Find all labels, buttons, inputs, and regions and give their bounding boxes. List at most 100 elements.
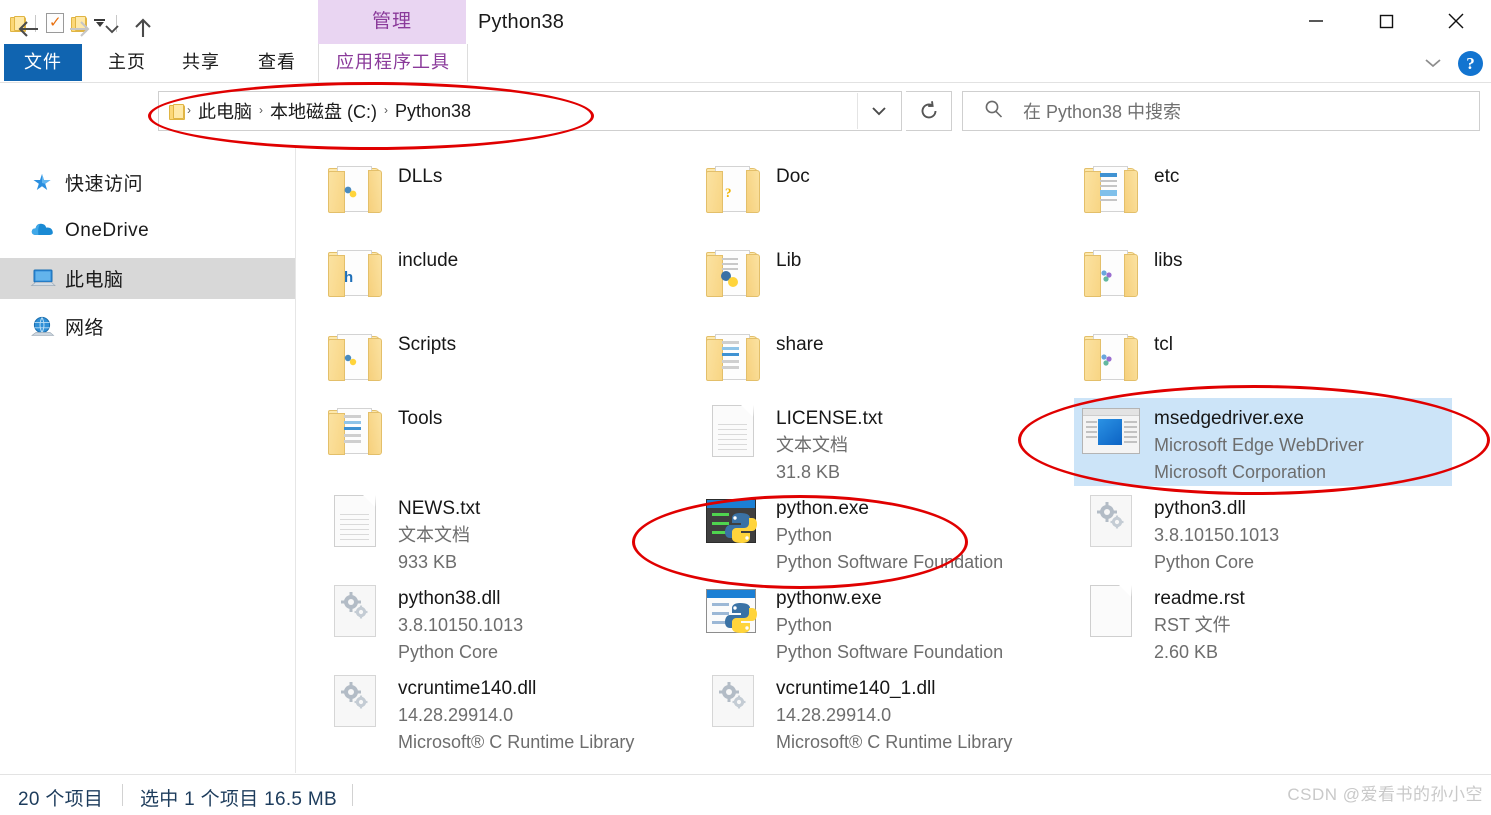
file-item-pythonw-exe[interactable]: pythonw.exe Python Python Software Found…: [696, 578, 1076, 664]
recent-locations-icon[interactable]: [100, 12, 124, 46]
contextual-tab-group-label: 管理: [371, 11, 412, 32]
file-type: RST 文件: [1154, 615, 1231, 635]
breadcrumb-item-local-disk-c[interactable]: 本地磁盘 (C:): [264, 98, 383, 124]
star-pin-icon: [30, 171, 56, 195]
help-icon[interactable]: ?: [1458, 50, 1483, 76]
file-name: pythonw.exe: [776, 588, 882, 609]
file-item-license-txt[interactable]: LICENSE.txt 文本文档 31.8 KB: [696, 398, 1066, 482]
computer-icon: [30, 267, 56, 291]
file-item-share[interactable]: share: [696, 324, 1066, 404]
contextual-tab-group: 管理: [318, 0, 466, 44]
file-name: tcl: [1154, 334, 1173, 355]
tab-application-tools[interactable]: 应用程序工具: [318, 44, 468, 82]
pythonw-window-icon: [704, 582, 762, 640]
file-name: Tools: [398, 408, 443, 429]
file-name: Lib: [776, 250, 802, 271]
file-company: Python Software Foundation: [776, 642, 1004, 662]
file-item-tcl[interactable]: tcl: [1074, 324, 1444, 404]
breadcrumb-separator-2: ›: [259, 103, 263, 117]
search-placeholder: 在 Python38 中搜索: [1023, 102, 1182, 122]
file-name: python38.dll: [398, 588, 501, 609]
dll-gear-icon: [704, 672, 762, 730]
minimize-button[interactable]: [1281, 0, 1351, 42]
file-name: Scripts: [398, 334, 457, 355]
svg-text:?: ?: [725, 185, 732, 200]
file-name: vcruntime140.dll: [398, 678, 537, 699]
sidebar-item-this-pc[interactable]: 此电脑: [0, 258, 295, 299]
tab-file[interactable]: 文件: [4, 44, 82, 81]
file-item-readme-rst[interactable]: readme.rst RST 文件 2.60 KB: [1074, 578, 1444, 664]
status-bar: 20 个项目 选中 1 个项目 16.5 MB: [0, 774, 1491, 815]
tab-share[interactable]: 共享: [170, 44, 232, 81]
breadcrumb-separator-3: ›: [384, 103, 388, 117]
file-item-python-exe[interactable]: python.exe Python Python Software Founda…: [696, 488, 1076, 574]
file-item-vcruntime140-dll[interactable]: vcruntime140.dll 14.28.29914.0 Microsoft…: [318, 668, 708, 754]
dll-gear-icon: [326, 582, 384, 640]
file-name: share: [776, 334, 824, 355]
file-item-include[interactable]: h include: [318, 240, 688, 320]
folder-docs-icon: [326, 402, 384, 460]
file-item-tools[interactable]: Tools: [318, 398, 688, 482]
breadcrumb[interactable]: › 此电脑 › 本地磁盘 (C:) › Python38: [158, 91, 902, 131]
file-name: Doc: [776, 166, 810, 187]
network-icon: [30, 315, 56, 339]
file-description: Microsoft Edge WebDriver: [1154, 435, 1364, 455]
sidebar-item-network[interactable]: 网络: [0, 306, 295, 347]
sidebar-label-this-pc: 此电脑: [65, 270, 124, 291]
dll-gear-icon: [1082, 492, 1140, 550]
tab-home[interactable]: 主页: [96, 44, 158, 81]
search-icon: [983, 98, 1005, 125]
python-console-icon: [704, 492, 762, 550]
file-size: 933 KB: [398, 552, 458, 572]
file-item-python38-dll[interactable]: python38.dll 3.8.10150.1013 Python Core: [318, 578, 688, 664]
address-dropdown-icon[interactable]: [857, 93, 900, 129]
file-name: etc: [1154, 166, 1180, 187]
sidebar-item-onedrive[interactable]: OneDrive: [0, 210, 295, 251]
file-item-doc[interactable]: ? Doc: [696, 156, 1066, 236]
back-arrow-icon[interactable]: [12, 12, 46, 46]
tab-view[interactable]: 查看: [246, 44, 308, 81]
folder-python-icon: [326, 328, 384, 386]
ribbon-tab-bar: 文件 主页 共享 查看 应用程序工具 ?: [0, 44, 1491, 83]
file-item-python3-dll[interactable]: python3.dll 3.8.10150.1013 Python Core: [1074, 488, 1444, 574]
sidebar-label-quick-access: 快速访问: [65, 174, 144, 195]
file-item-lib[interactable]: Lib: [696, 240, 1066, 320]
breadcrumb-separator: ›: [187, 103, 191, 117]
file-item-dlls[interactable]: DLLs: [318, 156, 688, 236]
file-name: NEWS.txt: [398, 498, 481, 519]
file-description: Python: [776, 615, 833, 635]
folder-python-icon: [704, 244, 762, 302]
file-version: 14.28.29914.0: [398, 705, 514, 725]
file-company: Python Software Foundation: [776, 552, 1004, 572]
search-input[interactable]: 在 Python38 中搜索: [962, 91, 1480, 131]
sidebar-item-quick-access[interactable]: 快速访问: [0, 162, 295, 203]
breadcrumb-item-this-pc[interactable]: 此电脑: [192, 98, 258, 124]
file-item-libs[interactable]: libs: [1074, 240, 1444, 320]
file-name: vcruntime140_1.dll: [776, 678, 936, 699]
sidebar-label-network: 网络: [65, 318, 105, 339]
window-controls: [1281, 0, 1491, 42]
file-name: libs: [1154, 250, 1183, 271]
svg-text:h: h: [344, 269, 353, 284]
up-arrow-icon[interactable]: [126, 12, 160, 46]
file-description: Python Core: [398, 642, 499, 662]
file-item-vcruntime140-1-dll[interactable]: vcruntime140_1.dll 14.28.29914.0 Microso…: [696, 668, 1086, 754]
maximize-button[interactable]: [1351, 0, 1421, 42]
file-version: 3.8.10150.1013: [1154, 525, 1280, 545]
file-version: 14.28.29914.0: [776, 705, 892, 725]
status-item-count: 20 个项目: [18, 789, 104, 810]
folder-generic-icon: [1082, 244, 1140, 302]
title-bar: ✓ 管理 Python38: [0, 0, 1491, 46]
file-type: 文本文档: [776, 435, 848, 455]
file-item-msedgedriver-exe[interactable]: msedgedriver.exe Microsoft Edge WebDrive…: [1074, 398, 1452, 486]
folder-help-icon: ?: [704, 160, 762, 218]
status-selection-info: 选中 1 个项目 16.5 MB: [140, 789, 337, 810]
refresh-button[interactable]: [906, 91, 952, 131]
chevron-down-icon[interactable]: [1422, 52, 1444, 74]
file-item-scripts[interactable]: Scripts: [318, 324, 688, 404]
close-button[interactable]: [1421, 0, 1491, 42]
file-item-news-txt[interactable]: NEWS.txt 文本文档 933 KB: [318, 488, 688, 574]
edge-webdriver-icon: [1082, 402, 1140, 460]
breadcrumb-item-python38[interactable]: Python38: [389, 101, 477, 122]
file-item-etc[interactable]: etc: [1074, 156, 1444, 236]
